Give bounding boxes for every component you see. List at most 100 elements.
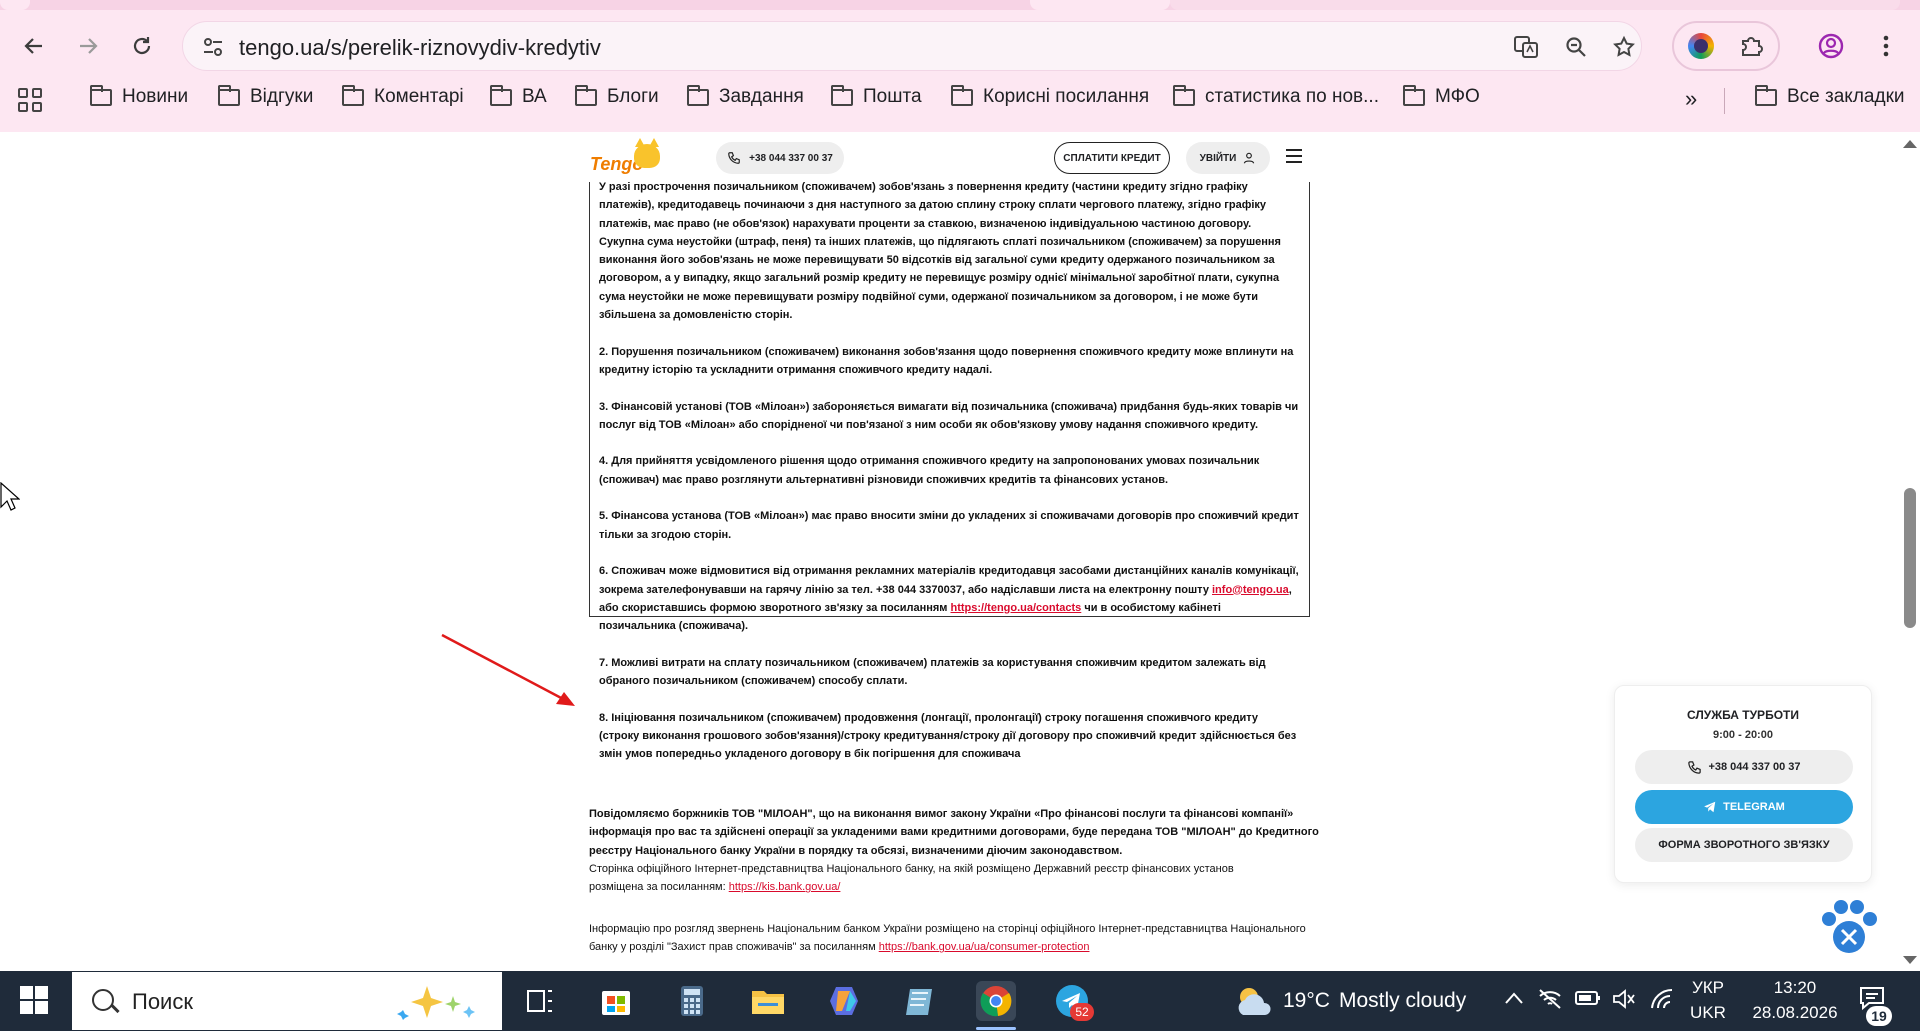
- windows-start-icon[interactable]: [20, 986, 48, 1014]
- registry-paragraph: Сторінка офіційного Інтернет-представниц…: [589, 863, 1234, 894]
- puzzle-extensions-icon[interactable]: [1738, 33, 1764, 59]
- bookmark-folder[interactable]: Корисні посилання: [951, 84, 1149, 108]
- network-off-icon[interactable]: [1537, 987, 1563, 1011]
- scrollbar-thumb[interactable]: [1904, 488, 1916, 628]
- bookmark-folder[interactable]: Пошта: [831, 84, 922, 108]
- kebab-menu-icon[interactable]: [1870, 30, 1902, 62]
- extensions-group: [1672, 21, 1780, 71]
- tray-chevron-up-icon[interactable]: [1504, 991, 1524, 1005]
- arrow-left-icon: [24, 38, 42, 54]
- bookmarks-bar: Новини Відгуки Коментарі ВА Блоги Завдан…: [0, 84, 1920, 118]
- telegram-taskbar-icon[interactable]: 52: [1052, 981, 1094, 1021]
- bookmarks-divider: [1724, 88, 1725, 114]
- header-phone-button[interactable]: +38 044 337 00 37: [716, 142, 844, 174]
- taskbar-search-box[interactable]: Поиск: [72, 972, 502, 1030]
- scroll-up-arrow-icon[interactable]: [1903, 140, 1917, 148]
- credit-registry-notice: Повідомляємо боржників ТОВ "МІЛОАН", що …: [589, 808, 1319, 857]
- user-icon: [1244, 152, 1255, 164]
- red-annotation-arrow: [441, 633, 575, 706]
- bookmark-folder[interactable]: Коментарі: [342, 84, 464, 108]
- cloudy-weather-icon[interactable]: [1233, 983, 1277, 1019]
- hamburger-menu-icon[interactable]: [1286, 149, 1302, 163]
- telegram-button[interactable]: TELEGRAM: [1635, 790, 1853, 824]
- terms-paragraph-3: 3. Фінансовій установі (ТОВ «Мілоан») за…: [599, 400, 1299, 431]
- bookmark-folder[interactable]: Блоги: [575, 84, 659, 108]
- customer-care-widget: СЛУЖБА ТУРБОТИ 9:00 - 20:00 +38 044 337 …: [1614, 685, 1872, 883]
- pay-credit-button[interactable]: СПЛАТИТИ КРЕДИТ: [1054, 142, 1170, 174]
- folder-icon: [575, 84, 597, 106]
- terms-paragraph-5: 5. Фінансова установа (ТОВ «Мілоан») має…: [599, 510, 1299, 541]
- profile-icon[interactable]: [1815, 30, 1847, 62]
- translate-icon[interactable]: [1513, 34, 1539, 60]
- tab[interactable]: [1030, 0, 1170, 10]
- contacts-link[interactable]: https://tengo.ua/contacts: [951, 602, 1082, 614]
- file-explorer-icon[interactable]: [748, 981, 788, 1021]
- folder-icon: [1403, 84, 1425, 106]
- zoom-icon[interactable]: [1563, 34, 1589, 60]
- active-app-indicator: [976, 1027, 1016, 1030]
- site-info-icon[interactable]: [201, 35, 225, 59]
- copilot-app-icon[interactable]: [824, 981, 864, 1021]
- phone-icon: [728, 152, 740, 164]
- keyboard-language-bottom[interactable]: UKR: [1688, 1003, 1728, 1023]
- keyboard-language-top[interactable]: УКР: [1688, 978, 1728, 998]
- phone-icon: [1688, 760, 1702, 774]
- notifications-count-badge: 19: [1866, 1006, 1892, 1026]
- color-extension-icon[interactable]: [1688, 33, 1714, 59]
- tengo-logo[interactable]: Tengo: [590, 138, 666, 174]
- site-header: Tengo +38 044 337 00 37 СПЛАТИТИ КРЕДИТ …: [580, 132, 1310, 182]
- email-link[interactable]: info@tengo.ua: [1212, 584, 1289, 596]
- folder-icon: [687, 84, 709, 106]
- telegram-unread-badge: 52: [1070, 1003, 1094, 1021]
- bookmark-star-icon[interactable]: [1611, 34, 1637, 60]
- all-bookmarks-folder[interactable]: Все закладки: [1755, 84, 1905, 108]
- address-bar[interactable]: tengo.ua/s/perelik-riznovydiv-kredytiv: [182, 21, 1642, 71]
- terms-paragraph-6: 6. Споживач може відмовитися від отриман…: [599, 565, 1299, 633]
- forward-button[interactable]: [68, 26, 108, 66]
- feedback-form-button[interactable]: ФОРМА ЗВОРОТНОГО ЗВ'ЯЗКУ: [1635, 828, 1853, 862]
- reload-button[interactable]: [122, 26, 162, 66]
- more-bookmarks-chevron-icon[interactable]: »: [1685, 86, 1697, 112]
- terms-paragraph-8: 8. Ініціювання позичальником (споживачем…: [599, 711, 1297, 761]
- bookmark-folder[interactable]: Новини: [90, 84, 188, 108]
- folder-icon: [831, 84, 853, 106]
- copilot-sparkle-icon[interactable]: [397, 984, 487, 1020]
- bookmark-folder[interactable]: ВА: [490, 84, 547, 108]
- terms-box: У разі прострочення позичальником (спожи…: [589, 172, 1310, 760]
- volume-muted-icon[interactable]: [1612, 988, 1636, 1010]
- folder-icon: [342, 84, 364, 106]
- task-view-icon[interactable]: [520, 981, 560, 1021]
- url-text[interactable]: tengo.ua/s/perelik-riznovydiv-kredytiv: [239, 35, 601, 61]
- paw-close-icon[interactable]: [1815, 897, 1881, 963]
- care-phone-button[interactable]: +38 044 337 00 37: [1635, 750, 1853, 784]
- tab[interactable]: [1170, 0, 1900, 10]
- bookmark-folder[interactable]: Відгуки: [218, 84, 313, 108]
- bookmark-folder[interactable]: Завдання: [687, 84, 804, 108]
- folder-icon: [1755, 84, 1777, 106]
- bookmark-folder[interactable]: статистика по нов...: [1173, 84, 1379, 108]
- terms-paragraph-4: 4. Для прийняття усвідомленого рішення щ…: [599, 455, 1260, 486]
- wifi-icon[interactable]: [1650, 988, 1674, 1010]
- battery-icon[interactable]: [1575, 990, 1601, 1006]
- search-icon: [92, 989, 114, 1011]
- bookmark-folder[interactable]: МФО: [1403, 84, 1480, 108]
- back-button[interactable]: [14, 26, 54, 66]
- calculator-icon[interactable]: [672, 981, 712, 1021]
- tab-strip: [0, 0, 1920, 10]
- mouse-cursor-icon: [0, 482, 20, 511]
- registry-link[interactable]: https://kis.bank.gov.ua/: [729, 881, 841, 893]
- login-button[interactable]: УВІЙТИ: [1186, 142, 1270, 174]
- scroll-down-arrow-icon[interactable]: [1903, 956, 1917, 964]
- chrome-taskbar-icon[interactable]: [976, 981, 1016, 1021]
- clock-time[interactable]: 13:20: [1740, 978, 1850, 998]
- browser-chrome: tengo.ua/s/perelik-riznovydiv-kredytiv Н…: [0, 0, 1920, 132]
- weather-temperature[interactable]: 19°C: [1283, 989, 1330, 1013]
- notepad-app-icon[interactable]: [900, 981, 940, 1021]
- tab[interactable]: [0, 0, 30, 10]
- consumer-protection-link[interactable]: https://bank.gov.ua/ua/consumer-protecti…: [879, 941, 1090, 953]
- weather-description[interactable]: Mostly cloudy: [1339, 989, 1466, 1013]
- arrow-right-icon: [80, 38, 98, 54]
- clock-date[interactable]: 28.08.2026: [1740, 1003, 1850, 1023]
- care-title: СЛУЖБА ТУРБОТИ: [1687, 708, 1799, 722]
- microsoft-store-icon[interactable]: [596, 981, 636, 1021]
